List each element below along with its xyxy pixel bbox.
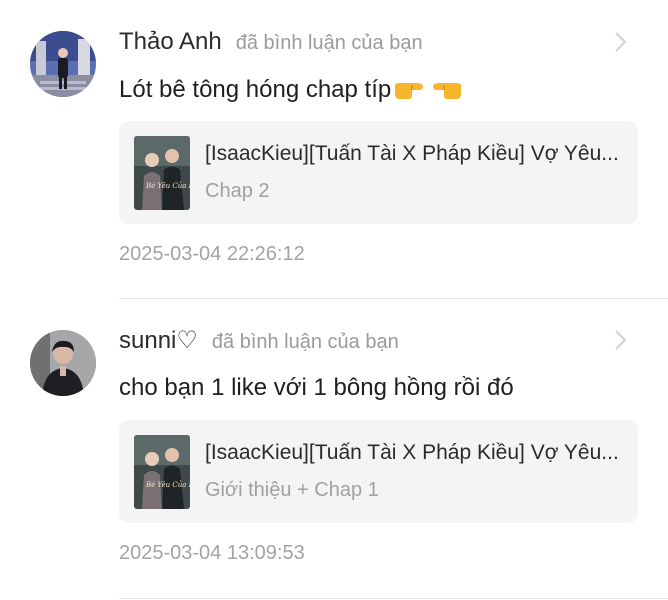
comment-body: Lót bê tông hóng chap típ xyxy=(119,76,392,103)
comment-text: Lót bê tông hóng chap típ xyxy=(119,76,463,108)
user-avatar[interactable] xyxy=(30,31,96,97)
timestamp: 2025-03-04 22:26:12 xyxy=(119,243,305,265)
username[interactable]: sunni♡ xyxy=(119,326,198,355)
comment-text: cho bạn 1 like với 1 bông hồng rồi đó xyxy=(119,374,514,401)
pointing-left-emoji-icon xyxy=(429,77,463,108)
action-text: đã bình luận của bạn xyxy=(235,32,423,54)
notification-header: Thảo Anh đã bình luận của bạn xyxy=(119,28,423,58)
story-title: [IsaacKieu][Tuấn Tài X Pháp Kiều] Vợ Yêu… xyxy=(205,441,619,464)
avatar-photo-icon xyxy=(30,330,96,396)
thumbnail-text: Bé Yêu Của Em Tổng xyxy=(145,480,190,489)
pointing-right-emoji-icon xyxy=(393,77,427,108)
username[interactable]: Thảo Anh xyxy=(119,28,222,56)
story-card[interactable]: Bé Yêu Của Em Tổng [IsaacKieu][Tuấn Tài … xyxy=(119,420,638,523)
notification-header: sunni♡ đã bình luận của bạn xyxy=(119,326,399,356)
timestamp: 2025-03-04 13:09:53 xyxy=(119,542,305,564)
thumbnail-text: Bé Yêu Của Em Tổng xyxy=(145,181,190,190)
story-card[interactable]: Bé Yêu Của Em Tổng [IsaacKieu][Tuấn Tài … xyxy=(119,121,638,224)
story-thumbnail: Bé Yêu Của Em Tổng xyxy=(134,435,190,509)
user-avatar[interactable] xyxy=(30,330,96,396)
chapter-label: Chap 2 xyxy=(205,180,270,202)
story-title: [IsaacKieu][Tuấn Tài X Pháp Kiều] Vợ Yêu… xyxy=(205,142,619,165)
divider xyxy=(119,598,668,599)
notification-item[interactable]: sunni♡ đã bình luận của bạn cho bạn 1 li… xyxy=(0,300,668,600)
story-thumbnail: Bé Yêu Của Em Tổng xyxy=(134,136,190,210)
avatar-photo-icon xyxy=(30,31,96,97)
action-text: đã bình luận của bạn xyxy=(211,331,399,353)
chevron-right-icon[interactable] xyxy=(612,28,630,56)
divider xyxy=(119,298,668,299)
chapter-label: Giới thiệu + Chap 1 xyxy=(205,479,379,501)
notification-item[interactable]: Thảo Anh đã bình luận của bạn Lót bê tôn… xyxy=(0,0,668,300)
chevron-right-icon[interactable] xyxy=(612,326,630,354)
